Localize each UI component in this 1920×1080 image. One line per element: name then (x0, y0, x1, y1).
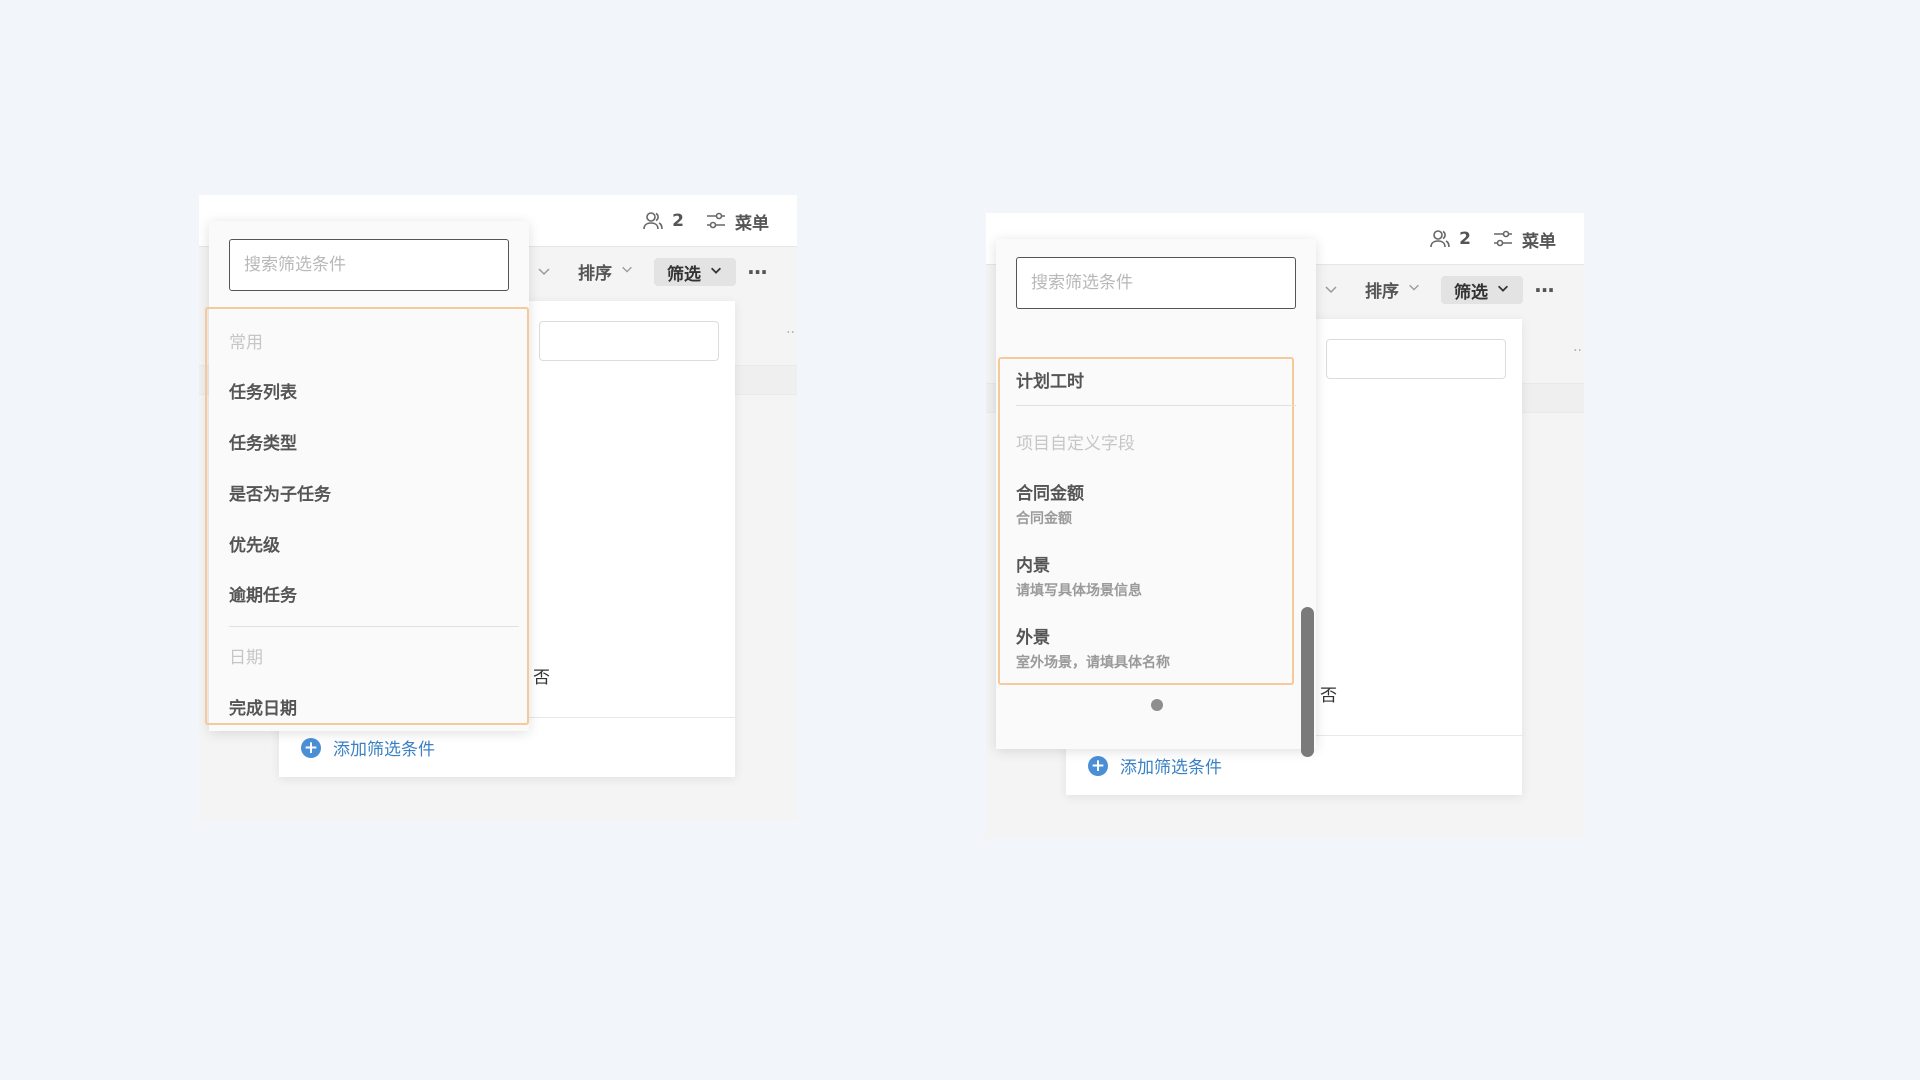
sort-button[interactable]: 排序 (1365, 276, 1421, 302)
filter-field-dropdown: 常用 任务列表 任务类型 是否为子任务 优先级 逾期任务 日期 完成日期 (205, 221, 529, 731)
sort-button[interactable]: 排序 (578, 258, 634, 284)
option-item[interactable]: 逾期任务 (229, 581, 297, 606)
option-item[interactable]: 内景 请填写具体场景信息 (1016, 551, 1142, 600)
sort-label: 排序 (1365, 281, 1399, 302)
filter-button[interactable]: 筛选 (1441, 276, 1523, 304)
menu-label: 菜单 (735, 213, 769, 234)
option-group-label: 日期 (229, 648, 263, 668)
option-item[interactable]: 任务类型 (229, 429, 297, 454)
more-icon[interactable]: ··· (1531, 277, 1557, 303)
sliders-icon (705, 210, 727, 232)
sort-label: 排序 (578, 263, 612, 284)
chevron-down-icon (1496, 280, 1510, 300)
chevron-down-icon (1407, 279, 1421, 299)
search-filter-input[interactable] (229, 239, 509, 291)
filter-field-dropdown: 计划工时 项目自定义字段 合同金额 合同金额 内景 请填写具体场景信息 外景 室… (996, 239, 1316, 757)
add-filter-label: 添加筛选条件 (1120, 758, 1222, 778)
option-item[interactable]: 是否为子任务 (229, 480, 331, 505)
condition-value-text: 否 (533, 668, 550, 688)
option-item[interactable]: 计划工时 (1016, 367, 1084, 392)
divider (1016, 405, 1296, 406)
option-group-label: 项目自定义字段 (1016, 434, 1135, 454)
member-count-button[interactable]: 2 (1429, 227, 1471, 251)
option-label: 内景 (1016, 556, 1050, 576)
member-count-button[interactable]: 2 (642, 209, 684, 233)
option-description: 合同金额 (1016, 511, 1072, 527)
option-description: 请填写具体场景信息 (1016, 583, 1142, 599)
member-count: 2 (672, 211, 684, 231)
filter-label: 筛选 (667, 264, 701, 285)
chevron-down-icon (709, 262, 723, 282)
filter-button[interactable]: 筛选 (654, 258, 736, 286)
option-group-label: 常用 (229, 333, 263, 353)
option-label: 合同金额 (1016, 484, 1084, 504)
add-filter-label: 添加筛选条件 (333, 740, 435, 760)
chevron-down-icon[interactable] (1323, 281, 1339, 297)
chevron-down-icon (620, 261, 634, 281)
divider (229, 626, 519, 627)
right-screenshot-panel: 2 菜单 排序 筛选 ··· ·· 否 + 添加筛选条件 搜索筛选条件 计划工时… (986, 213, 1584, 838)
scrollbar-thumb[interactable] (1301, 607, 1314, 757)
option-item[interactable]: 外景 室外场景，请填具体名称 (1016, 623, 1170, 672)
menu-button[interactable]: 菜单 (1492, 227, 1556, 252)
loading-indicator (1151, 699, 1163, 711)
condition-value-input[interactable] (539, 321, 719, 361)
plus-icon: + (301, 737, 321, 758)
users-icon (1429, 228, 1451, 250)
menu-button[interactable]: 菜单 (705, 209, 769, 234)
filter-label: 筛选 (1454, 282, 1488, 303)
option-description: 室外场景，请填具体名称 (1016, 655, 1170, 671)
option-item[interactable]: 完成日期 (229, 694, 297, 719)
left-screenshot-panel: 2 菜单 排序 筛选 ··· ·· 否 + 添加筛选条件 搜索筛选条件 常用 任… (199, 195, 797, 820)
sliders-icon (1492, 228, 1514, 250)
edge-dots: ·· (1573, 343, 1582, 359)
member-count: 2 (1459, 229, 1471, 249)
option-item[interactable]: 合同金额 合同金额 (1016, 479, 1084, 528)
chevron-down-icon[interactable] (536, 263, 552, 279)
option-item[interactable]: 优先级 (229, 531, 280, 556)
users-icon (642, 210, 664, 232)
edge-dots: ·· (786, 325, 795, 341)
option-item[interactable]: 任务列表 (229, 378, 297, 403)
option-label: 外景 (1016, 628, 1050, 648)
plus-icon: + (1088, 755, 1108, 776)
condition-value-text: 否 (1320, 686, 1337, 706)
more-icon[interactable]: ··· (744, 259, 770, 285)
menu-label: 菜单 (1522, 231, 1556, 252)
condition-value-input[interactable] (1326, 339, 1506, 379)
search-filter-input[interactable] (1016, 257, 1296, 309)
